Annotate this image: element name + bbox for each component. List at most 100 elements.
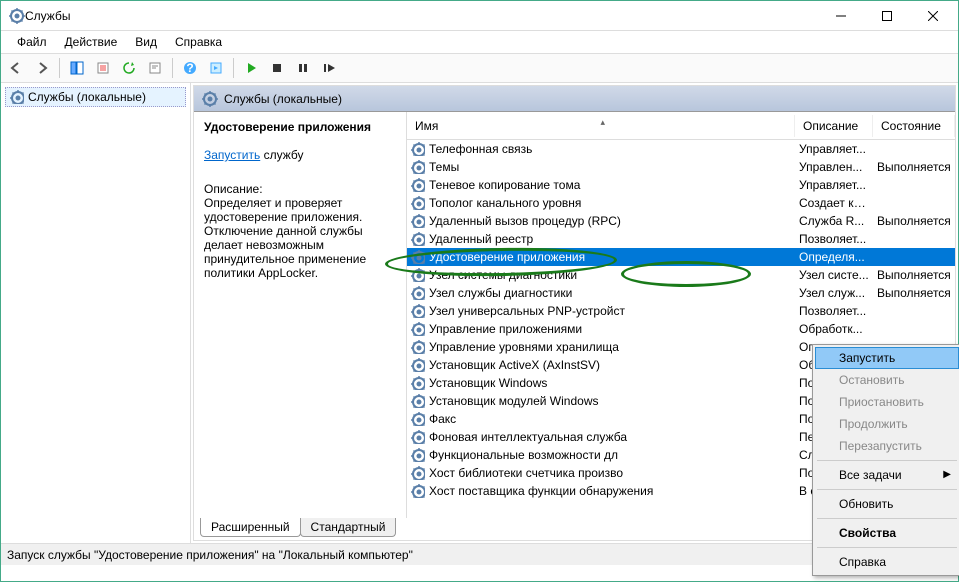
pause-service-button[interactable] xyxy=(292,57,314,79)
service-row[interactable]: Узел службы диагностикиУзел служ...Выпол… xyxy=(407,284,955,302)
show-hide-tree-button[interactable] xyxy=(66,57,88,79)
service-row[interactable]: Удаленный вызов процедур (RPC) Служба R..… xyxy=(407,212,955,230)
service-desc: Служба R... xyxy=(795,214,873,228)
service-name: Хост библиотеки счетчика произво xyxy=(429,466,623,480)
service-icon xyxy=(411,430,425,444)
stop-service-button[interactable] xyxy=(266,57,288,79)
titlebar: Службы xyxy=(1,1,958,31)
restart-service-button[interactable] xyxy=(318,57,340,79)
service-name: Телефонная связь xyxy=(429,142,532,156)
maximize-button[interactable] xyxy=(864,2,910,30)
service-row[interactable]: Удаленный реестр Позволяет... xyxy=(407,230,955,248)
service-row[interactable]: Телефонная связь Управляет... xyxy=(407,140,955,158)
window-title: Службы xyxy=(25,9,818,23)
export-list-button[interactable] xyxy=(92,57,114,79)
tab-extended[interactable]: Расширенный xyxy=(200,518,301,537)
properties-button[interactable] xyxy=(144,57,166,79)
tree-pane: Службы (локальные) xyxy=(1,83,191,543)
service-name: Удаленный вызов процедур (RPC) xyxy=(429,214,621,228)
menu-item: Перезапустить xyxy=(815,435,959,457)
service-icon xyxy=(411,250,425,264)
service-icon xyxy=(411,394,425,408)
service-icon xyxy=(411,232,425,246)
refresh-button[interactable] xyxy=(118,57,140,79)
close-button[interactable] xyxy=(910,2,956,30)
menu-separator xyxy=(817,489,957,490)
service-desc: Управлен... xyxy=(795,160,873,174)
service-icon xyxy=(411,214,425,228)
minimize-button[interactable] xyxy=(818,2,864,30)
tree-root-item[interactable]: Службы (локальные) xyxy=(5,87,186,107)
service-row[interactable]: Управление приложениямиОбработк... xyxy=(407,320,955,338)
service-desc: Управляет... xyxy=(795,142,873,156)
menu-view[interactable]: Вид xyxy=(127,33,165,51)
service-icon xyxy=(411,142,425,156)
back-button[interactable] xyxy=(5,57,27,79)
service-row[interactable]: Узел системы диагностикиУзел систе...Вып… xyxy=(407,266,955,284)
service-name: Узел универсальных PNP-устройст xyxy=(429,304,625,318)
service-icon xyxy=(411,484,425,498)
service-icon xyxy=(411,160,425,174)
menu-separator xyxy=(817,460,957,461)
start-service-button[interactable] xyxy=(240,57,262,79)
service-row[interactable]: Тополог канального уровня Создает ка... xyxy=(407,194,955,212)
sort-asc-icon: ▴ xyxy=(601,117,606,128)
service-icon xyxy=(411,196,425,210)
service-icon xyxy=(411,448,425,462)
start-service-link[interactable]: Запустить xyxy=(204,148,260,162)
forward-button[interactable] xyxy=(31,57,53,79)
service-desc: Создает ка... xyxy=(795,196,873,210)
toolbar: ? xyxy=(1,53,958,83)
menu-item[interactable]: Все задачи▶ xyxy=(815,464,959,486)
service-name: Установщик ActiveX (AxInstSV) xyxy=(429,358,600,372)
service-desc: Позволяет... xyxy=(795,304,873,318)
menu-action[interactable]: Действие xyxy=(57,33,126,51)
service-name: Удаленный реестр xyxy=(429,232,533,246)
menu-item: Продолжить xyxy=(815,413,959,435)
menu-separator xyxy=(817,518,957,519)
service-name: Теневое копирование тома xyxy=(429,178,580,192)
service-name: Установщик Windows xyxy=(429,376,547,390)
service-name: Удостоверение приложения xyxy=(429,250,585,264)
service-name: Хост поставщика функции обнаружения xyxy=(429,484,653,498)
service-desc: Управляет... xyxy=(795,178,873,192)
service-name: Факс xyxy=(429,412,456,426)
menu-item[interactable]: Запустить xyxy=(815,347,959,369)
svg-text:?: ? xyxy=(186,61,193,75)
service-icon xyxy=(411,178,425,192)
services-icon xyxy=(202,91,218,107)
menu-item[interactable]: Свойства xyxy=(815,522,959,544)
tab-standard[interactable]: Стандартный xyxy=(300,518,397,537)
service-name: Узел системы диагностики xyxy=(429,268,577,282)
service-state: Выполняется xyxy=(873,160,955,174)
menu-item[interactable]: Справка xyxy=(815,551,959,573)
help-topics-button[interactable] xyxy=(205,57,227,79)
submenu-arrow-icon: ▶ xyxy=(943,469,951,480)
col-description[interactable]: Описание xyxy=(795,115,873,137)
service-name: Управление приложениями xyxy=(429,322,582,336)
service-row[interactable]: Узел универсальных PNP-устройст Позволяет… xyxy=(407,302,955,320)
description-label: Описание: xyxy=(204,182,396,196)
menu-help[interactable]: Справка xyxy=(167,33,230,51)
service-icon xyxy=(411,376,425,390)
menubar: Файл Действие Вид Справка xyxy=(1,31,958,53)
service-name: Фоновая интеллектуальная служба xyxy=(429,430,627,444)
service-row[interactable]: ТемыУправлен...Выполняется xyxy=(407,158,955,176)
description-pane: Удостоверение приложения Запустить служб… xyxy=(194,112,406,518)
service-icon xyxy=(411,412,425,426)
app-icon xyxy=(9,8,25,24)
selected-service-name: Удостоверение приложения xyxy=(204,120,396,134)
start-suffix: службу xyxy=(260,148,303,162)
service-row[interactable]: Удостоверение приложенияОпределя... xyxy=(407,248,955,266)
pane-heading-label: Службы (локальные) xyxy=(224,92,342,106)
col-name[interactable]: Имя▴ xyxy=(407,115,795,137)
menu-file[interactable]: Файл xyxy=(9,33,55,51)
service-desc: Позволяет... xyxy=(795,232,873,246)
service-state: Выполняется xyxy=(873,214,955,228)
col-state[interactable]: Состояние xyxy=(873,115,955,137)
service-row[interactable]: Теневое копирование тома Управляет... xyxy=(407,176,955,194)
help-button[interactable]: ? xyxy=(179,57,201,79)
service-icon xyxy=(411,358,425,372)
service-name: Тополог канального уровня xyxy=(429,196,581,210)
menu-item[interactable]: Обновить xyxy=(815,493,959,515)
